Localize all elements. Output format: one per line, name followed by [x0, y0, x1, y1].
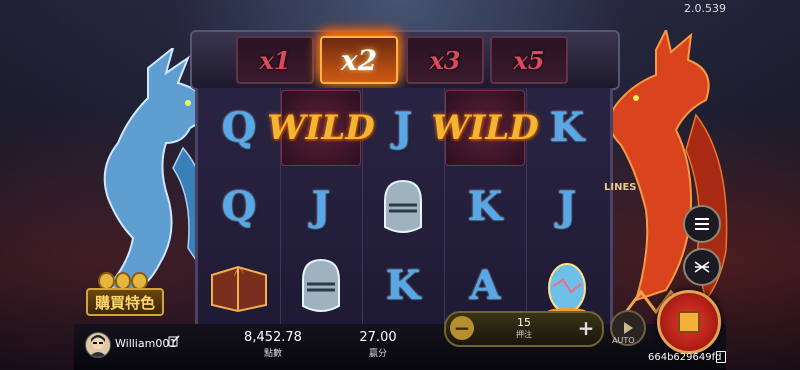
wild-symbol: WILD [267, 89, 375, 166]
card-q-symbol: Q [221, 104, 257, 151]
reel-column: K J [526, 88, 608, 326]
reel-symbol: J [280, 167, 362, 246]
buy-feature-label: 購買特色 [86, 288, 164, 316]
minus-icon: − [453, 316, 471, 340]
dragon-egg-icon [547, 262, 587, 316]
reel-symbol: K [362, 246, 444, 325]
win-value: 27.00 [359, 330, 397, 345]
reel-symbol: J [526, 167, 608, 246]
card-k-symbol: K [467, 183, 503, 230]
reel-symbol: K [444, 167, 526, 246]
menu-button[interactable] [683, 205, 721, 243]
version-label: 2.0.539 [684, 2, 726, 15]
buy-feature-button[interactable]: 購買特色 [86, 272, 164, 316]
bet-value: 15 [517, 316, 531, 329]
wild-symbol: WILD [431, 89, 539, 166]
reel-symbol: K [526, 88, 608, 167]
game-id: 664b629649fd [648, 352, 722, 363]
balance-label: 點數 [263, 349, 282, 359]
menu-icon [695, 218, 709, 230]
play-icon [624, 322, 633, 334]
card-k-symbol: K [385, 262, 421, 309]
bet-label: 押注 [516, 330, 532, 339]
spin-button[interactable] [657, 290, 721, 354]
multiplier-x5: x5 [490, 36, 568, 84]
copy-icon[interactable] [716, 351, 726, 363]
card-j-symbol: J [393, 104, 413, 151]
bet-decrease-button[interactable]: − [450, 316, 474, 340]
auto-label: AUTO [612, 336, 635, 345]
helmet-icon [384, 179, 422, 233]
reel-symbol [362, 167, 444, 246]
spellbook-icon [211, 265, 267, 312]
reel-symbol [198, 246, 280, 325]
card-a-symbol: A [469, 262, 501, 309]
bet-increase-button[interactable]: + [574, 316, 598, 340]
stop-icon [678, 311, 700, 333]
lines-label: LINES [604, 182, 637, 193]
win-label: 贏分 [368, 349, 387, 359]
card-q-symbol: Q [221, 183, 257, 230]
reel-symbol: Q [198, 167, 280, 246]
plus-icon: + [577, 316, 595, 340]
win-display: 27.00 贏分 [350, 330, 406, 359]
edit-icon[interactable] [168, 335, 180, 347]
multiplier-bar: x1 x2 x3 x5 [190, 30, 620, 90]
balance-display: 8,452.78 點數 [236, 330, 310, 359]
reel-symbol: WILD [267, 88, 375, 167]
reel-symbol: WILD [431, 88, 539, 167]
card-j-symbol: J [557, 183, 577, 230]
bet-control: − 15 押注 + [444, 311, 604, 347]
helmet-icon [302, 258, 340, 312]
multiplier-x2-active: x2 [320, 36, 398, 84]
card-j-symbol: J [311, 183, 331, 230]
reel-grid: Q Q WILD J J K WILD K A K J [195, 88, 613, 326]
card-k-symbol: K [549, 104, 585, 151]
reel-column: WILD K A [431, 88, 539, 326]
lines-toggle-icon [694, 261, 710, 273]
avatar [85, 332, 111, 358]
multiplier-x1: x1 [236, 36, 314, 84]
bet-display: 15 押注 [482, 316, 566, 340]
lines-toggle-button[interactable] [683, 248, 721, 286]
reel-column: WILD J [267, 88, 375, 326]
multiplier-x3: x3 [406, 36, 484, 84]
balance-value: 8,452.78 [244, 330, 302, 345]
reel-symbol [280, 246, 362, 325]
